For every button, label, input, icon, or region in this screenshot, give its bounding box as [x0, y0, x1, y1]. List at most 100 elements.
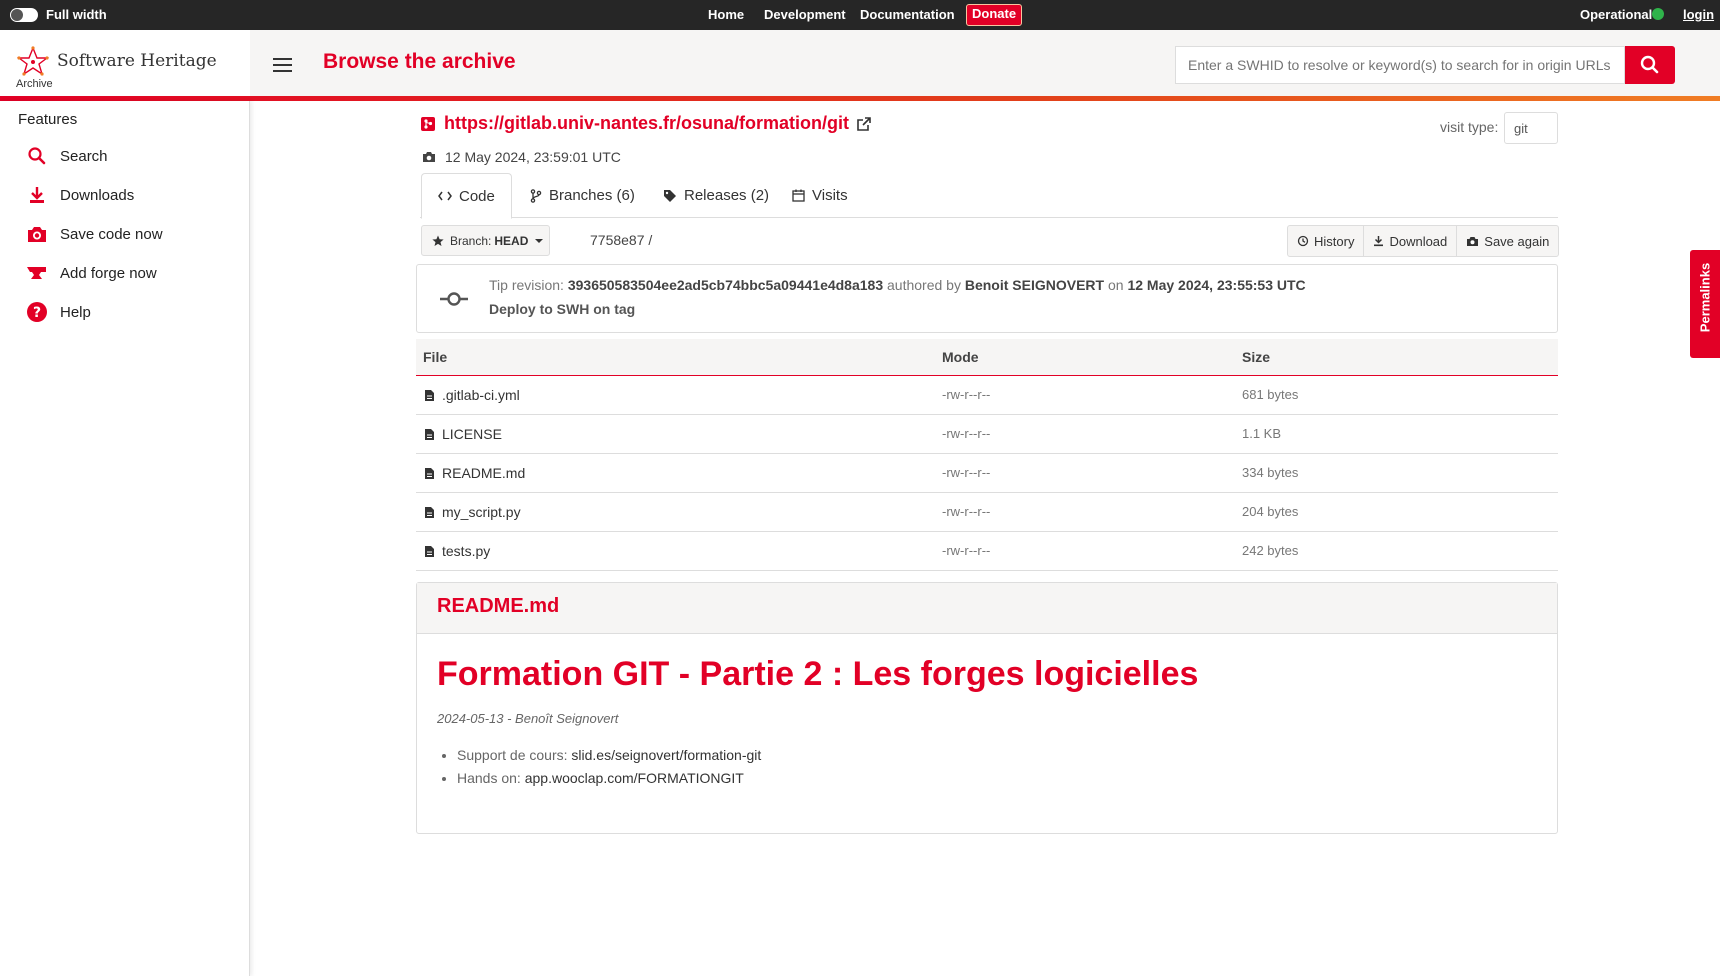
revision-message: Deploy to SWH on tag [489, 301, 636, 317]
list-item: Support de cours: slid.es/seignovert/for… [457, 747, 761, 763]
camera-icon [423, 152, 435, 162]
file-size: 681 bytes [1242, 387, 1299, 402]
save-again-label: Save again [1484, 233, 1550, 249]
table-row[interactable]: .gitlab-ci.yml -rw-r--r-- 681 bytes [416, 376, 1558, 415]
list-item: Hands on: app.wooclap.com/FORMATIONGIT [457, 770, 761, 786]
authored-by-label: authored by [887, 277, 961, 293]
file-name[interactable]: LICENSE [442, 426, 502, 442]
status-indicator-icon [1652, 8, 1664, 20]
file-icon [424, 428, 435, 441]
commit-icon [440, 292, 468, 306]
file-size: 334 bytes [1242, 465, 1299, 480]
revision-author: Benoit SEIGNOVERT [964, 277, 1105, 293]
table-row[interactable]: README.md -rw-r--r-- 334 bytes [416, 454, 1558, 493]
nav-development-link[interactable]: Development [764, 7, 846, 22]
revision-hash[interactable]: 393650583504ee2ad5cb74bbc5a09441e4d8a183 [568, 277, 883, 293]
full-width-label: Full width [46, 7, 107, 22]
login-link[interactable]: login [1683, 7, 1714, 22]
search-icon [1640, 55, 1659, 74]
status-label[interactable]: Operational [1580, 7, 1652, 22]
tab-label: Code [459, 187, 495, 205]
file-mode: -rw-r--r-- [942, 387, 991, 402]
file-icon [424, 467, 435, 480]
browse-tabs: Code Branches (6) Releases (2) Visits [420, 173, 1558, 219]
revision-info: Tip revision: 393650583504ee2ad5cb74bbc5… [489, 277, 1306, 293]
course-link[interactable]: slid.es/seignovert/formation-git [571, 747, 761, 763]
donate-button[interactable]: Donate [966, 4, 1023, 26]
tab-label: Branches (6) [549, 187, 635, 204]
visit-type-label: visit type: [1440, 119, 1499, 135]
help-circle-icon: ? [26, 301, 48, 323]
origin-url-link[interactable]: https://gitlab.univ-nantes.fr/osuna/form… [420, 113, 872, 134]
sidebar-item-help[interactable]: ? Help [26, 299, 91, 325]
table-row[interactable]: tests.py -rw-r--r-- 242 bytes [416, 532, 1558, 571]
tab-label: Visits [812, 187, 848, 204]
sidebar-item-label: Downloads [60, 186, 135, 204]
tab-releases[interactable]: Releases (2) [663, 173, 769, 218]
history-button[interactable]: History [1288, 226, 1365, 256]
visit-date-text: 12 May 2024, 23:59:01 UTC [445, 149, 621, 165]
tab-code[interactable]: Code [421, 173, 512, 219]
sidebar-item-save-code-now[interactable]: Save code now [26, 221, 163, 247]
git-logo-icon [421, 116, 435, 131]
logo[interactable]: Software Heritage Archive [0, 30, 250, 96]
breadcrumb[interactable]: 7758e87 / [590, 232, 652, 248]
menu-toggle-icon[interactable] [273, 58, 292, 76]
sidebar: Features Search Downloads Save code now … [0, 101, 250, 976]
nav-home-link[interactable]: Home [708, 7, 744, 22]
download-label: Download [1389, 233, 1448, 249]
table-row[interactable]: LICENSE -rw-r--r-- 1.1 KB [416, 415, 1558, 454]
column-header-mode[interactable]: Mode [942, 349, 979, 365]
column-header-file[interactable]: File [423, 349, 447, 365]
external-link-icon[interactable] [856, 116, 872, 132]
full-width-toggle[interactable] [10, 8, 38, 22]
camera-icon [1466, 236, 1479, 247]
tab-label: Releases (2) [684, 187, 770, 204]
visit-type-select[interactable]: git [1504, 112, 1558, 144]
file-mode: -rw-r--r-- [942, 426, 991, 441]
save-again-button[interactable]: Save again [1457, 226, 1558, 256]
download-button[interactable]: Download [1364, 226, 1458, 256]
list-item-label: Hands on: [457, 770, 521, 786]
readme-heading: Formation GIT - Partie 2 : Les forges lo… [437, 655, 1199, 693]
table-row[interactable]: my_script.py -rw-r--r-- 204 bytes [416, 493, 1558, 532]
sidebar-item-label: Search [60, 147, 108, 165]
sidebar-item-label: Help [60, 303, 91, 321]
software-heritage-logo-icon [16, 46, 50, 76]
readme-filename[interactable]: README.md [417, 583, 1557, 634]
file-name[interactable]: tests.py [442, 543, 490, 559]
hands-on-link[interactable]: app.wooclap.com/FORMATIONGIT [525, 770, 744, 786]
logo-subtitle: Archive [16, 78, 53, 90]
on-label: on [1107, 277, 1124, 293]
list-item-label: Support de cours: [457, 747, 568, 763]
tab-branches[interactable]: Branches (6) [530, 173, 635, 218]
visit-date: 12 May 2024, 23:59:01 UTC [422, 149, 621, 165]
search-input[interactable] [1175, 46, 1625, 84]
calendar-icon [792, 189, 805, 202]
branch-selector-button[interactable]: Branch: HEAD [421, 225, 550, 256]
column-header-size[interactable]: Size [1242, 349, 1270, 365]
branch-value: HEAD [494, 233, 529, 248]
origin-url[interactable]: https://gitlab.univ-nantes.fr/osuna/form… [444, 113, 849, 134]
sidebar-item-downloads[interactable]: Downloads [26, 182, 134, 208]
file-mode: -rw-r--r-- [942, 543, 991, 558]
search-button[interactable] [1625, 46, 1675, 84]
file-mode: -rw-r--r-- [942, 465, 991, 480]
caret-down-icon [535, 238, 544, 243]
file-name[interactable]: README.md [442, 465, 525, 481]
sidebar-item-label: Save code now [60, 225, 163, 243]
files-table: File Mode Size .gitlab-ci.yml -rw-r--r--… [416, 339, 1558, 571]
files-table-header: File Mode Size [416, 339, 1558, 376]
sidebar-item-search[interactable]: Search [26, 143, 108, 169]
sidebar-item-add-forge-now[interactable]: Add forge now [26, 260, 157, 286]
sidebar-item-label: Add forge now [60, 264, 157, 282]
svg-text:?: ? [33, 305, 41, 321]
file-name[interactable]: my_script.py [442, 504, 521, 520]
nav-documentation-link[interactable]: Documentation [860, 7, 955, 22]
file-size: 1.1 KB [1242, 426, 1282, 441]
code-icon [438, 190, 452, 202]
permalinks-tab[interactable]: Permalinks [1690, 250, 1720, 358]
tab-visits[interactable]: Visits [792, 173, 848, 218]
header: Software Heritage Archive Browse the arc… [0, 30, 1720, 96]
file-name[interactable]: .gitlab-ci.yml [442, 387, 520, 403]
